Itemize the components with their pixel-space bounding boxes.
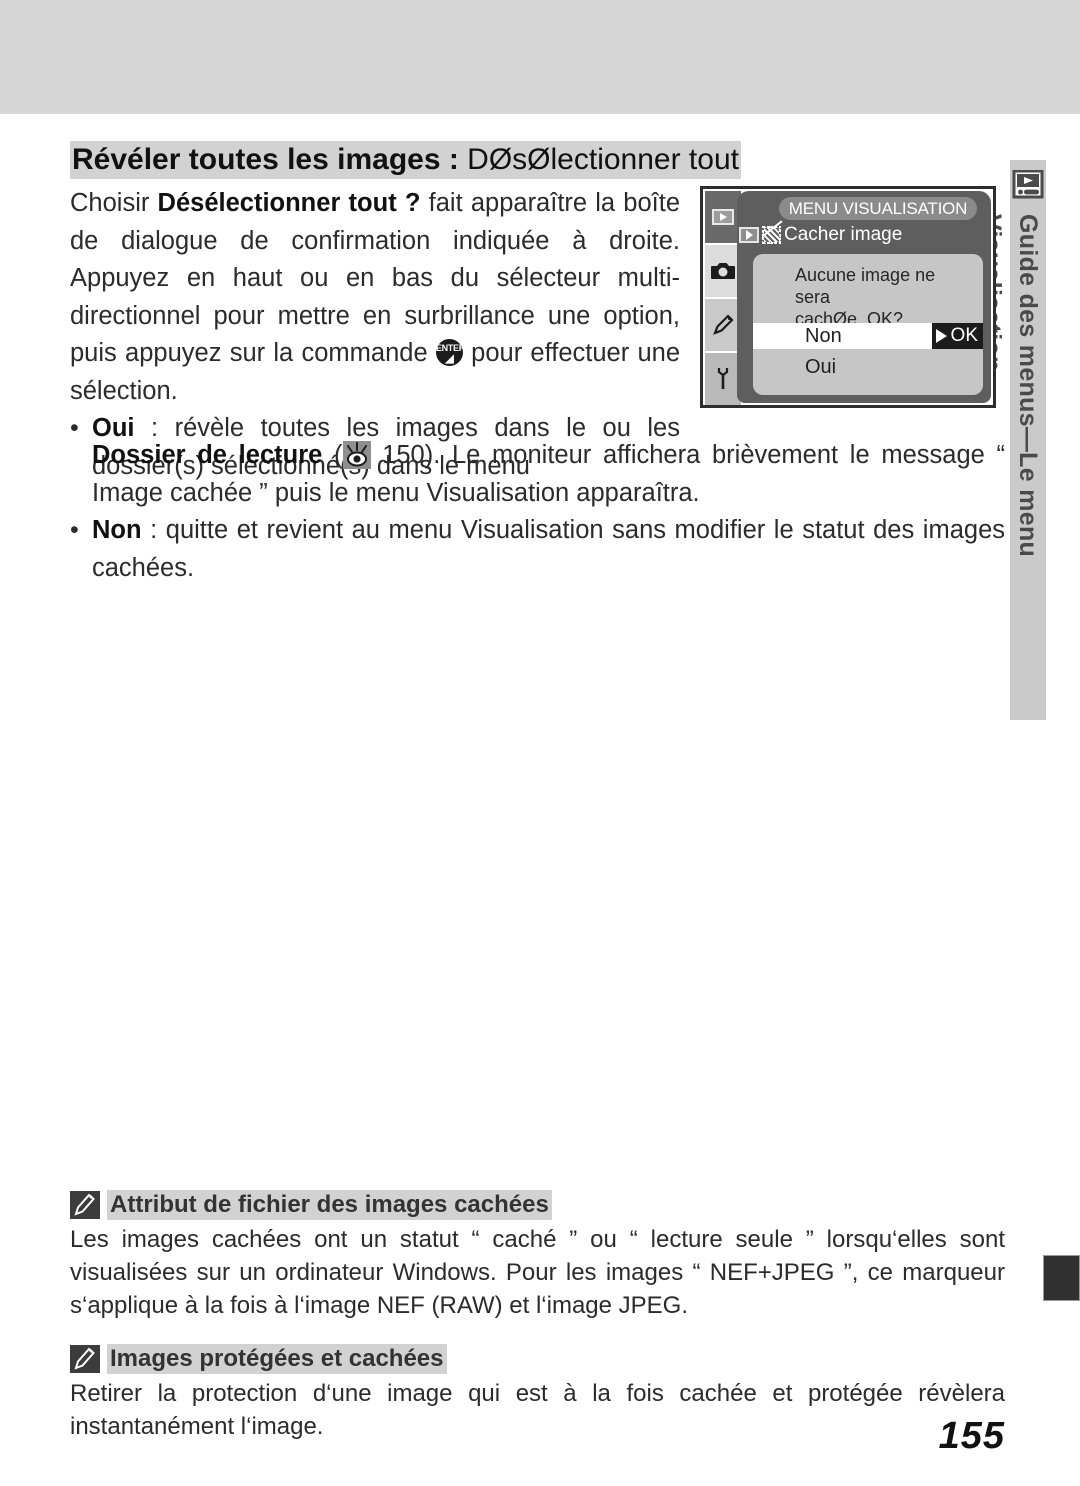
pencil-note-icon <box>70 1345 100 1373</box>
note-title: Images protégées et cachées <box>107 1344 447 1374</box>
playback-badge-icon <box>739 227 759 243</box>
hide-image-icon <box>762 226 781 244</box>
notes-section: Attribut de fichier des images cachées L… <box>70 1190 1005 1443</box>
note-block-file-attribute: Attribut de fichier des images cachées L… <box>70 1190 1005 1322</box>
camera-menu-submenu-row: Cacher image <box>739 222 903 248</box>
dialog-option-oui[interactable]: Oui <box>753 354 983 380</box>
note-body: Les images cachées ont un statut “ caché… <box>70 1226 1005 1319</box>
dialog-option-non-label: Non <box>805 324 842 347</box>
bullet-page-ref: 150 <box>382 441 425 469</box>
camera-menu-shooting-tab <box>705 245 741 297</box>
bullet-text-non: quitte et revient au menu Visualisation … <box>92 516 1005 582</box>
bullet-term-non: Non <box>92 516 142 544</box>
camera-menu-screenshot: MENU VISUALISATION Cacher image Aucune i… <box>700 186 996 408</box>
bullet-oui-continuation: Dossier de lecture ( 150). Le moniteur a… <box>70 437 1005 512</box>
eye-reference-icon <box>342 441 371 469</box>
camera-menu-panel: MENU VISUALISATION Cacher image Aucune i… <box>737 191 991 403</box>
page-number: 155 <box>938 1415 1005 1457</box>
dialog-ok-button[interactable]: OK <box>931 323 983 349</box>
enter-button-icon: ENTER ◢ <box>435 339 463 366</box>
camera-menu-playback-tab <box>705 191 741 243</box>
right-arrow-icon <box>935 329 947 343</box>
chapter-tab-label: Guide des menus—Le menu Visualisation <box>978 214 1042 558</box>
section-edge-marker <box>1043 1255 1080 1301</box>
intro-bold-term: Désélectionner tout ? <box>157 189 421 217</box>
camera-menu-setup-tab <box>705 353 741 405</box>
bullet-text-paren: ( <box>322 441 343 469</box>
dialog-option-non[interactable]: Non OK <box>753 323 983 349</box>
pencil-icon <box>713 314 734 335</box>
dialog-ok-label: OK <box>950 325 978 346</box>
page-title-regular: DØsØlectionner tout <box>458 143 739 176</box>
confirmation-dialog: Aucune image ne sera cachØe. OK? Non OK … <box>753 254 983 395</box>
intro-text-a: Choisir <box>70 189 158 217</box>
bullet-marker: • <box>70 516 79 544</box>
camera-menu-custom-tab <box>705 299 741 351</box>
note-body: Retirer la protection d‘une image qui es… <box>70 1380 1005 1440</box>
page-top-band <box>0 0 1080 114</box>
wrench-icon <box>717 368 729 389</box>
camera-icon <box>711 263 735 279</box>
pencil-note-icon <box>70 1191 100 1219</box>
dialog-option-oui-label: Oui <box>805 355 837 378</box>
playback-tab-icon <box>712 209 734 225</box>
camera-menu-submenu-label: Cacher image <box>784 224 903 245</box>
bullet-separator: : <box>141 516 166 544</box>
camera-menu-title: MENU VISUALISATION <box>779 197 977 220</box>
bullet-term-dossier: Dossier de lecture <box>92 441 323 469</box>
bullet-item-non: • Non : quitte et revient au menu Visual… <box>70 512 1005 587</box>
note-block-protected-hidden: Images protégées et cachées Retirer la p… <box>70 1344 1005 1443</box>
page-title-bold: Révéler toutes les images : <box>72 143 459 176</box>
body-continuation: Dossier de lecture ( 150). Le moniteur a… <box>70 437 1005 587</box>
dialog-message: Aucune image ne sera cachØe. OK? <box>795 264 971 330</box>
note-title: Attribut de fichier des images cachées <box>107 1190 552 1220</box>
playback-icon <box>1012 169 1044 200</box>
page-title: Révéler toutes les images : DØsØlectionn… <box>70 140 790 180</box>
dialog-message-line-1: Aucune image ne sera <box>795 265 936 307</box>
